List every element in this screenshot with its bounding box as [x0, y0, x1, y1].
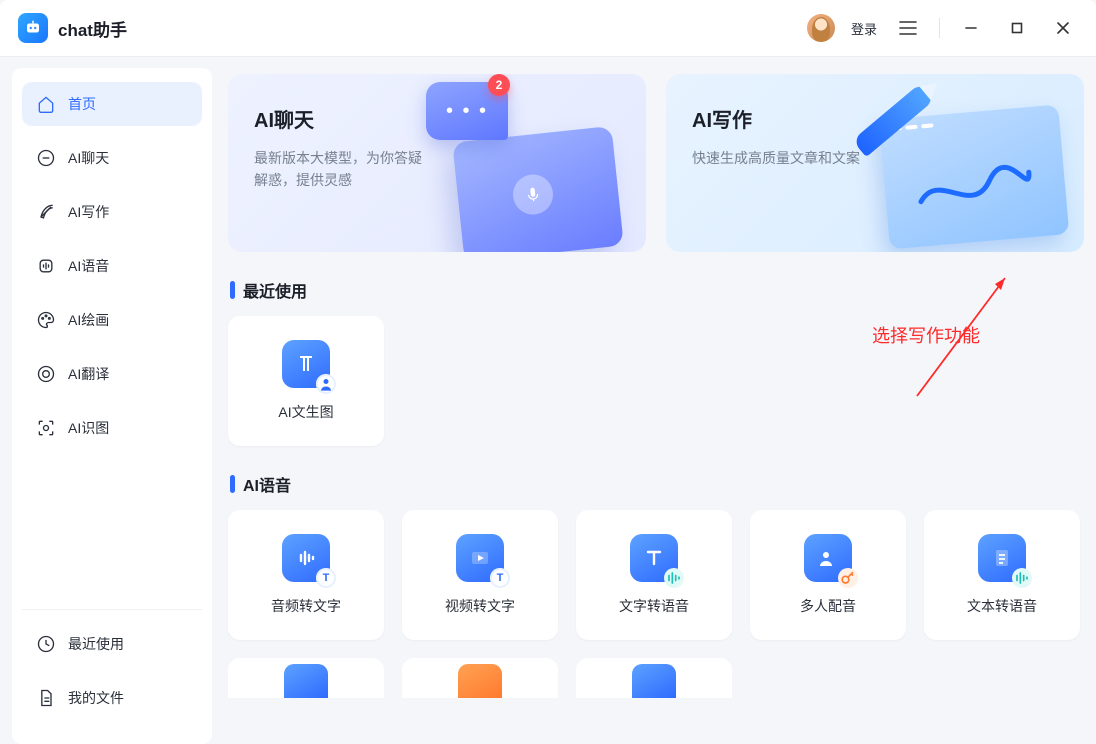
text-image-icon: [282, 340, 330, 388]
tile-peek[interactable]: [402, 658, 558, 698]
sidebar-item-label: 最近使用: [68, 634, 124, 654]
peek-icon: [632, 664, 676, 698]
sidebar-item-home[interactable]: 首页: [22, 82, 202, 126]
sidebar-item-label: AI语音: [68, 256, 109, 276]
section-title: AI语音: [243, 472, 291, 496]
sidebar-item-label: 首页: [68, 94, 96, 114]
tile-label: 音频转文字: [271, 596, 341, 616]
tile-label: AI文生图: [278, 402, 333, 422]
chat-icon: [36, 148, 56, 168]
divider: [939, 18, 940, 38]
hero-card-write[interactable]: AI写作 快速生成高质量文章和文案: [666, 74, 1084, 252]
peek-row: [228, 658, 1084, 698]
sidebar-item-paint[interactable]: AI绘画: [22, 298, 202, 342]
tile-peek[interactable]: [576, 658, 732, 698]
sub-badge-wave: [1012, 568, 1032, 588]
menu-icon[interactable]: [893, 13, 923, 43]
app-logo: [18, 13, 48, 43]
tile-label: 视频转文字: [445, 596, 515, 616]
content: AI聊天 最新版本大模型，为你答疑解惑，提供灵感 2 AI写作 快速生成高质量文…: [212, 56, 1096, 744]
sidebar-item-write[interactable]: AI写作: [22, 190, 202, 234]
doc-icon: [978, 534, 1026, 582]
app-title: chat助手: [58, 16, 127, 41]
sidebar-item-label: AI聊天: [68, 148, 109, 168]
tile-ai-text-to-image[interactable]: AI文生图: [228, 316, 384, 446]
voice-icon: [36, 256, 56, 276]
sidebar-item-label: AI写作: [68, 202, 109, 222]
tile-text-to-voice[interactable]: 文本转语音: [924, 510, 1080, 640]
sidebar-item-voice[interactable]: AI语音: [22, 244, 202, 288]
sidebar-item-translate[interactable]: AI翻译: [22, 352, 202, 396]
tile-video-to-text[interactable]: T 视频转文字: [402, 510, 558, 640]
hero-art-chat: 2: [436, 94, 636, 244]
sidebar-item-recognize[interactable]: AI识图: [22, 406, 202, 450]
sub-badge-wave: [664, 568, 684, 588]
sub-badge-t: T: [490, 568, 510, 588]
sidebar-item-label: AI识图: [68, 418, 109, 438]
sidebar-item-label: 我的文件: [68, 688, 124, 708]
home-icon: [36, 94, 56, 114]
section-title: 最近使用: [243, 278, 307, 302]
minimize-icon[interactable]: [956, 13, 986, 43]
titlebar: chat助手 登录: [0, 0, 1096, 56]
tile-label: 文字转语音: [619, 596, 689, 616]
sub-badge-icon: [316, 374, 336, 394]
people-icon: [804, 534, 852, 582]
login-link[interactable]: 登录: [851, 19, 877, 38]
translate-icon: [36, 364, 56, 384]
tile-label: 多人配音: [800, 596, 856, 616]
hero-art-write: [874, 94, 1074, 244]
video-icon: T: [456, 534, 504, 582]
sidebar-item-label: AI翻译: [68, 364, 109, 384]
sub-badge-t: T: [316, 568, 336, 588]
tile-multi-dub[interactable]: 多人配音: [750, 510, 906, 640]
maximize-icon[interactable]: [1002, 13, 1032, 43]
tile-label: 文本转语音: [967, 596, 1037, 616]
file-icon: [36, 688, 56, 708]
sub-badge-key: [838, 568, 858, 588]
hero-desc: 最新版本大模型，为你答疑解惑，提供灵感: [254, 147, 424, 192]
sidebar-item-files[interactable]: 我的文件: [22, 676, 202, 720]
tile-audio-to-text[interactable]: T 音频转文字: [228, 510, 384, 640]
peek-icon: [284, 664, 328, 698]
tile-text-to-speech[interactable]: 文字转语音: [576, 510, 732, 640]
feather-icon: [36, 202, 56, 222]
sidebar-item-chat[interactable]: AI聊天: [22, 136, 202, 180]
section-head-recent: 最近使用: [230, 278, 1084, 302]
palette-icon: [36, 310, 56, 330]
section-bar: [230, 475, 235, 493]
audio-icon: T: [282, 534, 330, 582]
section-bar: [230, 281, 235, 299]
sidebar-item-label: AI绘画: [68, 310, 109, 330]
sidebar-item-recent[interactable]: 最近使用: [22, 622, 202, 666]
avatar[interactable]: [807, 14, 835, 42]
close-icon[interactable]: [1048, 13, 1078, 43]
peek-icon: [458, 664, 502, 698]
section-head-voice: AI语音: [230, 472, 1084, 496]
hero-desc: 快速生成高质量文章和文案: [692, 147, 862, 169]
tile-peek[interactable]: [228, 658, 384, 698]
history-icon: [36, 634, 56, 654]
notification-badge: 2: [488, 74, 510, 96]
scan-icon: [36, 418, 56, 438]
text-icon: [630, 534, 678, 582]
hero-card-chat[interactable]: AI聊天 最新版本大模型，为你答疑解惑，提供灵感 2: [228, 74, 646, 252]
sidebar: 首页 AI聊天 AI写作 AI语音 AI绘画 AI翻译 AI识图: [12, 68, 212, 744]
